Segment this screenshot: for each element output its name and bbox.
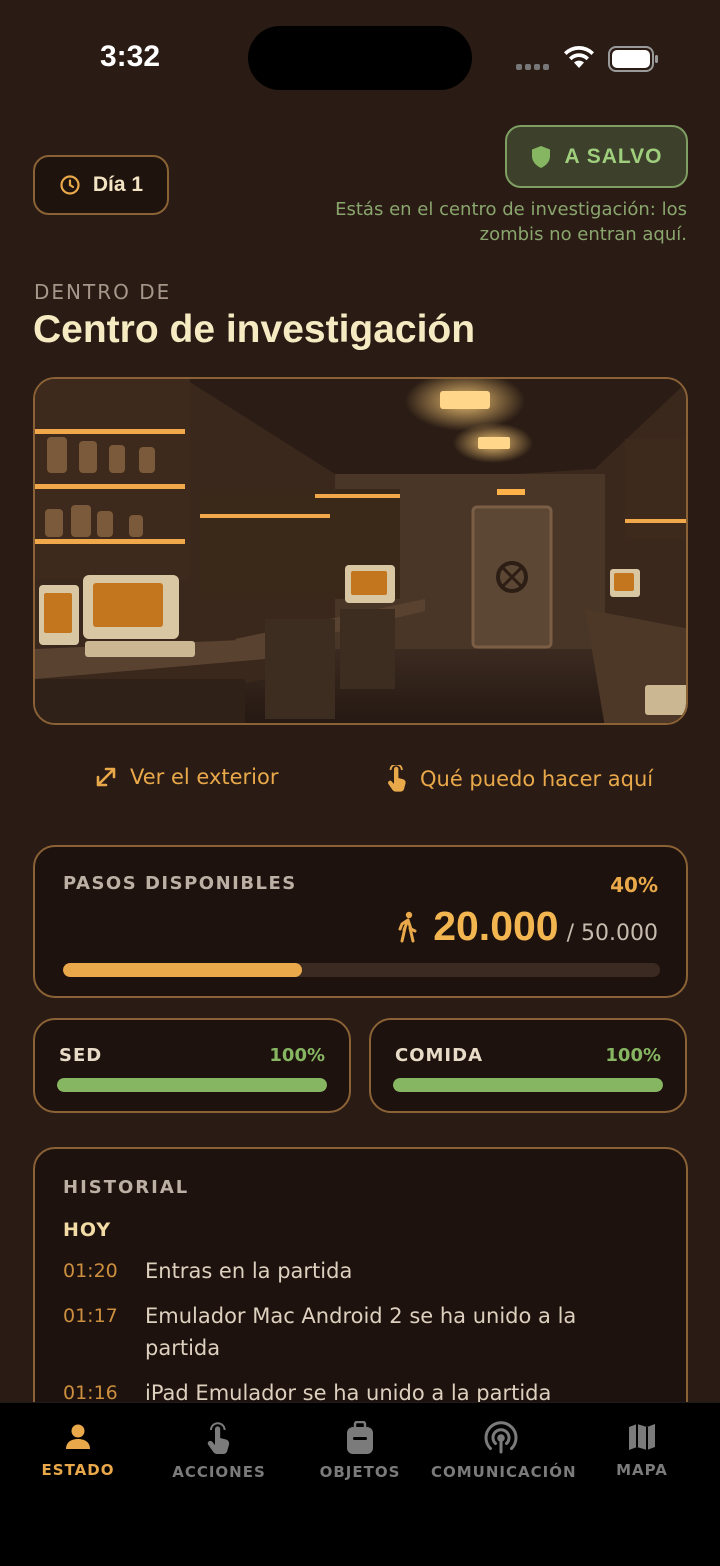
history-entry-text: Entras en la partida bbox=[145, 1259, 353, 1283]
steps-card: PASOS DISPONIBLES 40% 20.000 / 50.000 bbox=[33, 845, 688, 998]
steps-progress-track bbox=[63, 963, 660, 977]
day-counter[interactable]: Día 1 bbox=[33, 155, 169, 215]
steps-label: PASOS DISPONIBLES bbox=[63, 873, 297, 894]
backpack-icon bbox=[347, 1421, 373, 1454]
steps-total: / 50.000 bbox=[566, 921, 658, 946]
tab-comunicacion[interactable]: COMUNICACIÓN bbox=[431, 1421, 577, 1481]
history-entry: 01:20 Entras en la partida bbox=[63, 1259, 615, 1287]
tab-mapa[interactable]: MAPA bbox=[572, 1421, 712, 1479]
tab-estado[interactable]: ESTADO bbox=[8, 1421, 148, 1479]
battery-icon bbox=[608, 46, 658, 72]
tap-hand-icon bbox=[388, 765, 406, 792]
walking-person-icon bbox=[398, 911, 417, 942]
thirst-progress-fill bbox=[57, 1078, 327, 1092]
tab-label: ESTADO bbox=[41, 1461, 115, 1479]
tab-label: MAPA bbox=[616, 1461, 668, 1479]
location-kicker: DENTRO DE bbox=[34, 280, 172, 304]
location-illustration bbox=[33, 377, 688, 725]
what-can-i-do-link[interactable]: Qué puedo hacer aquí bbox=[386, 765, 653, 793]
safe-label: A SALVO bbox=[564, 144, 663, 168]
thirst-label: SED bbox=[59, 1045, 103, 1066]
wifi-icon bbox=[564, 45, 594, 68]
map-icon bbox=[629, 1424, 655, 1450]
food-card: COMIDA 100% bbox=[369, 1018, 687, 1113]
tap-hand-icon bbox=[207, 1422, 230, 1454]
shield-icon bbox=[532, 145, 551, 168]
food-progress-fill bbox=[393, 1078, 663, 1092]
tab-acciones[interactable]: ACCIONES bbox=[149, 1421, 289, 1481]
broadcast-icon bbox=[484, 1421, 518, 1454]
location-title: Centro de investigación bbox=[33, 308, 476, 351]
food-percent: 100% bbox=[605, 1045, 661, 1066]
app-screen: 3:32 Día 1 A SALVO Estás en el centro de… bbox=[0, 0, 720, 1566]
tab-objetos[interactable]: OBJETOS bbox=[290, 1421, 430, 1481]
history-label: HISTORIAL bbox=[63, 1177, 190, 1198]
history-group-today: HOY bbox=[63, 1219, 112, 1241]
steps-readout: 20.000 / 50.000 bbox=[397, 903, 658, 950]
safe-description: Estás en el centro de investigación: los… bbox=[335, 199, 687, 245]
history-entry-text: Emulador Mac Android 2 se ha unido a la … bbox=[145, 1304, 577, 1360]
dynamic-island bbox=[248, 26, 472, 90]
what-can-i-do-label: Qué puedo hacer aquí bbox=[420, 767, 654, 791]
view-exterior-link[interactable]: Ver el exterior bbox=[94, 765, 278, 789]
tab-label: COMUNICACIÓN bbox=[431, 1463, 577, 1481]
thirst-percent: 100% bbox=[269, 1045, 325, 1066]
day-label: Día 1 bbox=[92, 173, 144, 196]
safe-status-badge[interactable]: A SALVO bbox=[505, 125, 688, 188]
thirst-progress-track bbox=[57, 1078, 327, 1092]
history-entry: 01:17 Emulador Mac Android 2 se ha unido… bbox=[63, 1304, 615, 1364]
food-progress-track bbox=[393, 1078, 663, 1092]
history-entry-time: 01:17 bbox=[63, 1305, 118, 1327]
clock-icon bbox=[60, 175, 80, 195]
tab-label: OBJETOS bbox=[319, 1463, 401, 1481]
history-entry-time: 01:20 bbox=[63, 1260, 118, 1282]
status-time: 3:32 bbox=[100, 40, 161, 73]
person-icon bbox=[66, 1424, 90, 1449]
bottom-tab-bar: ESTADO ACCIONES OBJETOS COMUNICACIÓN MAP… bbox=[0, 1402, 720, 1566]
thirst-card: SED 100% bbox=[33, 1018, 351, 1113]
steps-percent: 40% bbox=[610, 873, 658, 897]
tab-label: ACCIONES bbox=[172, 1463, 266, 1481]
steps-value: 20.000 bbox=[433, 903, 559, 949]
expand-arrows-icon bbox=[96, 767, 116, 787]
steps-progress-fill bbox=[63, 963, 302, 977]
food-label: COMIDA bbox=[395, 1045, 483, 1066]
view-exterior-label: Ver el exterior bbox=[130, 765, 279, 789]
signal-dots-icon bbox=[516, 64, 549, 70]
